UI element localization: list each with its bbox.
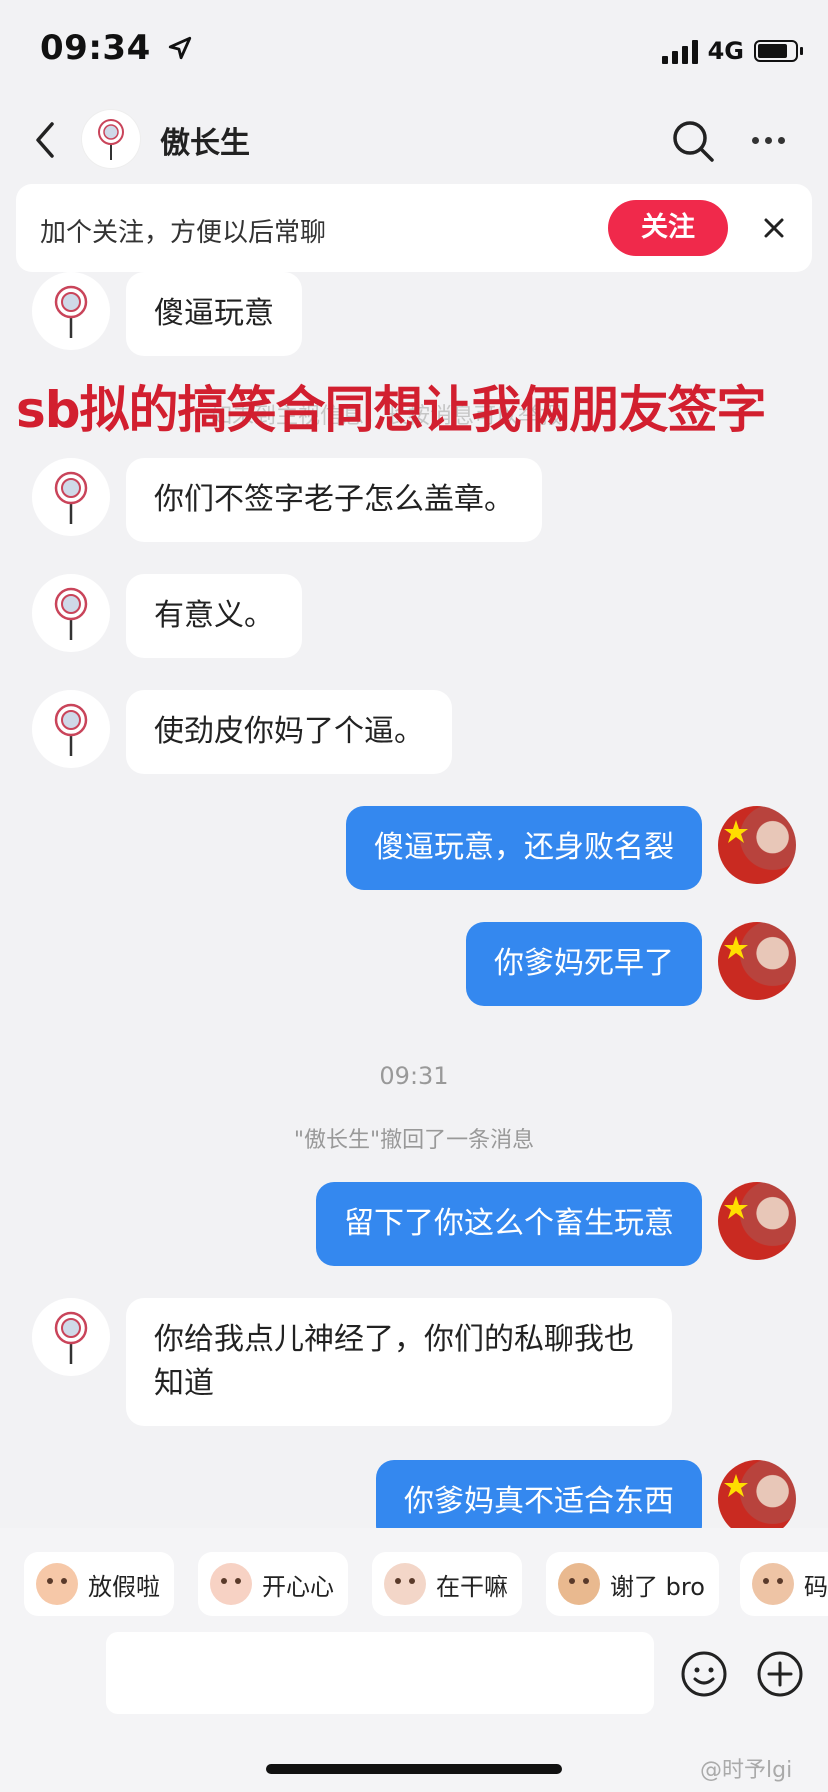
watermark: @时予lgi — [700, 1758, 793, 1783]
quick-reply-chip[interactable]: 码 — [740, 1552, 828, 1616]
user-avatar[interactable] — [718, 1182, 796, 1260]
message-bubble[interactable]: 有意义。 — [126, 574, 302, 658]
network-label: 4G — [707, 37, 744, 65]
lollipop-icon — [54, 285, 88, 338]
sticker-icon — [384, 1563, 426, 1605]
close-icon[interactable] — [756, 210, 792, 246]
contact-avatar[interactable] — [82, 110, 140, 168]
lollipop-icon — [54, 1311, 88, 1364]
status-time: 09:34 — [40, 28, 193, 68]
sticker-icon — [752, 1563, 794, 1605]
quick-reply-label: 码 — [804, 1572, 828, 1601]
message-bubble[interactable]: 傻逼玩意，还身败名裂 — [346, 806, 702, 890]
status-indicators: 4G — [661, 34, 803, 68]
lollipop-icon — [54, 587, 88, 640]
more-icon[interactable] — [752, 128, 788, 152]
lollipop-icon — [98, 119, 124, 160]
message-bubble[interactable]: 你们不签字老子怎么盖章。 — [126, 458, 542, 542]
follow-banner: 加个关注，方便以后常聊 关注 — [16, 184, 812, 272]
contact-avatar[interactable] — [32, 574, 110, 652]
contact-avatar[interactable] — [32, 690, 110, 768]
contact-avatar[interactable] — [32, 1298, 110, 1376]
flag-star-icon — [724, 1474, 748, 1497]
quick-reply-chip[interactable]: 谢了 bro — [546, 1552, 719, 1616]
timestamp: 09:31 — [379, 1062, 449, 1090]
flag-star-icon — [724, 1196, 748, 1219]
quick-reply-chip[interactable]: 开心心 — [198, 1552, 348, 1616]
sticker-icon — [210, 1563, 252, 1605]
contact-name: 傲长生 — [160, 126, 250, 161]
quick-reply-chip[interactable]: 放假啦 — [24, 1552, 174, 1616]
quick-reply-label: 在干嘛 — [436, 1572, 508, 1601]
location-arrow-icon — [168, 36, 192, 60]
quick-reply-label: 开心心 — [262, 1572, 334, 1601]
status-time-text: 09:34 — [40, 28, 151, 68]
quick-reply-label: 放假啦 — [88, 1572, 160, 1601]
sticker-icon — [36, 1563, 78, 1605]
message-bubble[interactable]: 你爹妈死早了 — [466, 922, 702, 1006]
user-avatar[interactable] — [718, 922, 796, 1000]
follow-prompt: 加个关注，方便以后常聊 — [40, 218, 327, 248]
message-bubble[interactable]: 使劲皮你妈了个逼。 — [126, 690, 452, 774]
signal-icon — [661, 38, 698, 64]
lollipop-icon — [54, 471, 88, 524]
overlay-caption: sb拟的搞笑合同想让我俩朋友签字 — [16, 381, 767, 439]
back-icon[interactable] — [30, 118, 60, 162]
sticker-icon — [558, 1563, 600, 1605]
message-bubble[interactable]: 你给我点儿神经了，你们的私聊我也知道 — [126, 1298, 672, 1426]
home-indicator[interactable] — [266, 1764, 562, 1774]
quick-reply-label: 谢了 bro — [610, 1572, 705, 1601]
search-icon[interactable] — [670, 118, 716, 164]
message-bubble[interactable]: 傻逼玩意 — [126, 272, 302, 356]
battery-icon — [754, 40, 803, 62]
message-bubble[interactable]: 留下了你这么个畜生玩意 — [316, 1182, 702, 1266]
follow-button[interactable]: 关注 — [608, 200, 728, 256]
emoji-icon[interactable] — [680, 1650, 728, 1698]
quick-reply-chip[interactable]: 在干嘛 — [372, 1552, 522, 1616]
message-input[interactable] — [106, 1632, 654, 1714]
user-avatar[interactable] — [718, 1460, 796, 1538]
recall-notice: "傲长生"撤回了一条消息 — [293, 1128, 535, 1153]
contact-avatar[interactable] — [32, 272, 110, 350]
lollipop-icon — [54, 703, 88, 756]
contact-avatar[interactable] — [32, 458, 110, 536]
flag-star-icon — [724, 820, 748, 843]
user-avatar[interactable] — [718, 806, 796, 884]
plus-icon[interactable] — [756, 1650, 804, 1698]
flag-star-icon — [724, 936, 748, 959]
